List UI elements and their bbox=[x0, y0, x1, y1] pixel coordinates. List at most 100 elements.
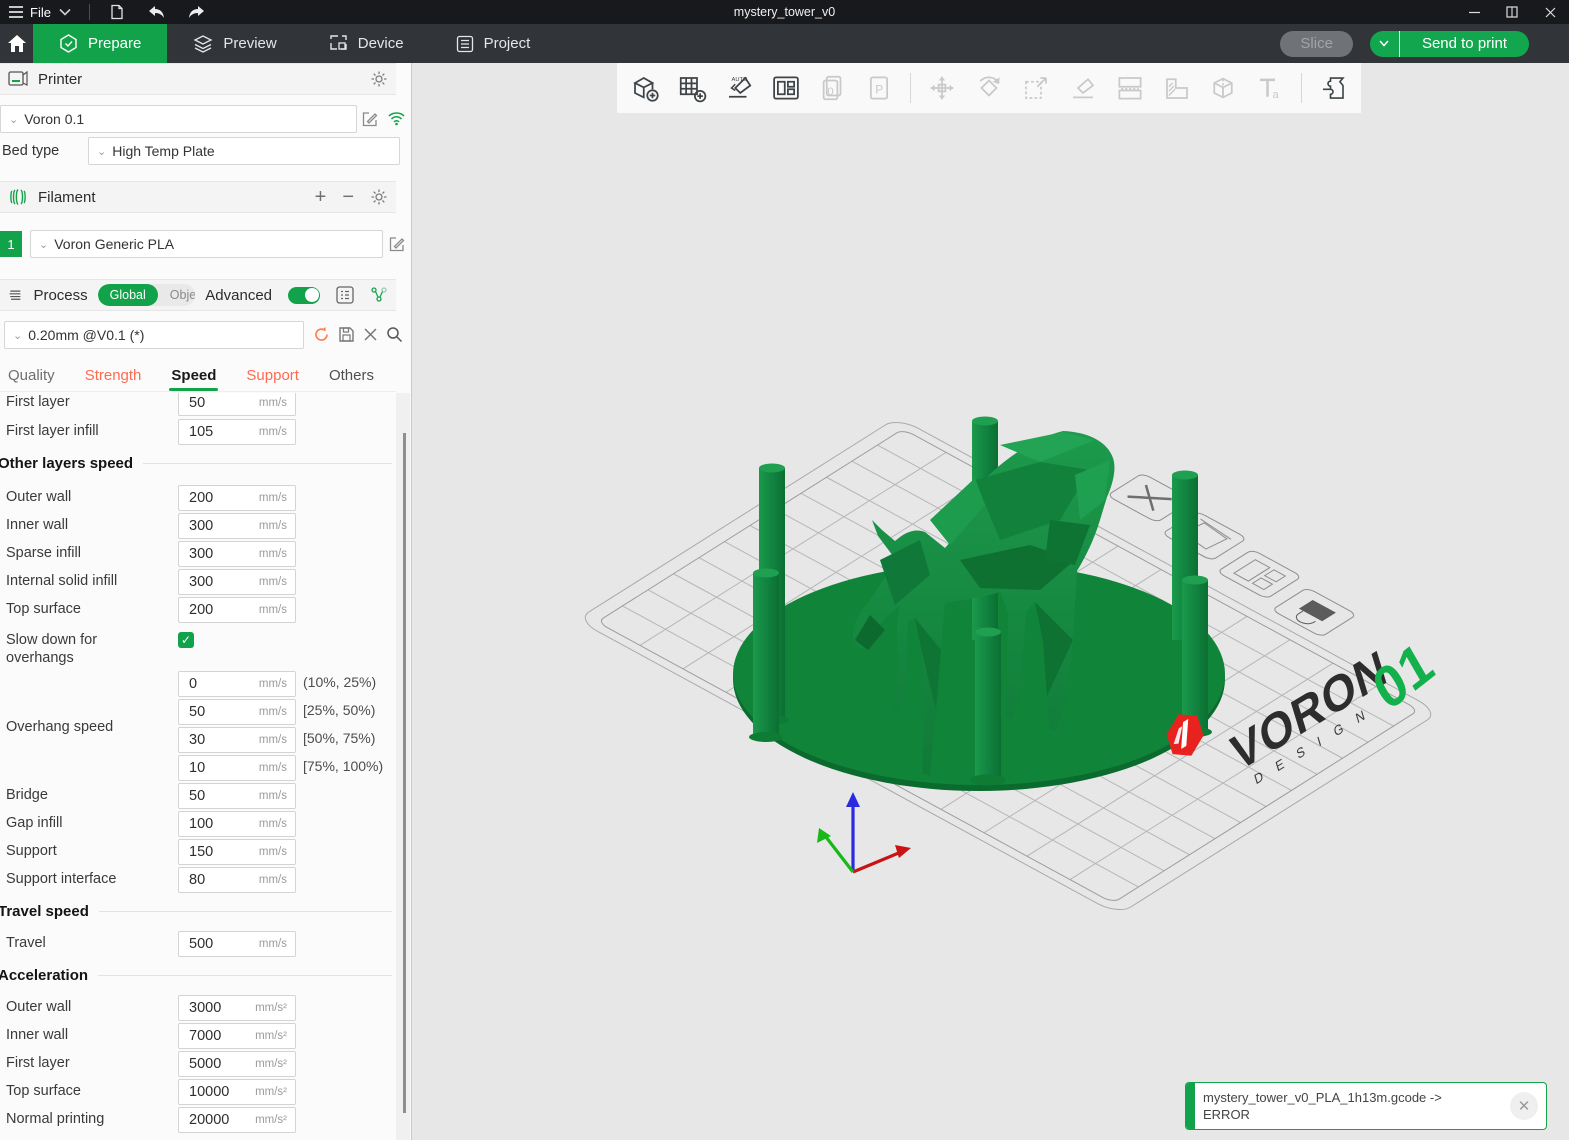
tab-support[interactable]: Support bbox=[246, 359, 299, 391]
search-icon[interactable] bbox=[386, 326, 403, 343]
unit-label: mm/s² bbox=[255, 1030, 295, 1042]
tab-strength[interactable]: Strength bbox=[85, 359, 142, 391]
section-other-layers: Other layers speed bbox=[0, 453, 392, 473]
printer-select[interactable]: ⌄ Voron 0.1 bbox=[0, 105, 357, 133]
setting-input[interactable] bbox=[179, 574, 245, 590]
tab-speed[interactable]: Speed bbox=[171, 359, 216, 391]
assembly-view-button[interactable] bbox=[1317, 72, 1349, 104]
compare-presets-icon[interactable] bbox=[370, 286, 388, 304]
setting-input[interactable] bbox=[179, 1112, 245, 1128]
send-options-chevron[interactable] bbox=[1370, 31, 1400, 57]
printer-icon bbox=[8, 70, 28, 88]
setting-input[interactable] bbox=[179, 1028, 245, 1044]
value-box: mm/s² bbox=[178, 1107, 296, 1133]
setting-input[interactable] bbox=[179, 424, 245, 440]
maximize-button[interactable] bbox=[1493, 0, 1531, 24]
sidebar-scrollbar[interactable] bbox=[396, 393, 410, 1140]
model-pillar[interactable] bbox=[749, 569, 783, 743]
new-project-button[interactable] bbox=[108, 3, 126, 21]
tab-preview[interactable]: Preview bbox=[167, 24, 302, 63]
scrollbar-thumb[interactable] bbox=[403, 433, 406, 1113]
lay-on-face-button[interactable] bbox=[1067, 72, 1099, 104]
split-button[interactable] bbox=[1114, 72, 1146, 104]
slowdown-checkbox[interactable]: ✓ bbox=[178, 632, 194, 648]
setting-input[interactable] bbox=[179, 602, 245, 618]
filament-settings-gear-icon[interactable] bbox=[370, 188, 388, 206]
unit-label: mm/s bbox=[259, 818, 295, 830]
add-text-button[interactable]: a bbox=[1254, 72, 1286, 104]
printer-settings-gear-icon[interactable] bbox=[370, 70, 388, 88]
setting-input[interactable] bbox=[179, 936, 245, 952]
add-filament-button[interactable]: + bbox=[315, 187, 327, 207]
notification-close-button[interactable]: ✕ bbox=[1510, 1092, 1538, 1120]
send-to-print-button[interactable]: Send to print bbox=[1370, 31, 1529, 57]
setting-input[interactable] bbox=[179, 760, 245, 776]
filament-select[interactable]: ⌄ Voron Generic PLA bbox=[30, 230, 383, 258]
home-button[interactable] bbox=[0, 24, 33, 63]
setting-input[interactable] bbox=[179, 844, 245, 860]
arrange-button[interactable] bbox=[770, 72, 802, 104]
clear-preset-icon[interactable] bbox=[363, 327, 378, 342]
undo-button[interactable] bbox=[148, 3, 166, 21]
bed-type-chevron: ⌄ bbox=[97, 145, 106, 158]
setting-row: Bridge mm/s bbox=[0, 783, 396, 811]
settings-list-icon[interactable] bbox=[336, 286, 354, 304]
tab-others[interactable]: Others bbox=[329, 359, 374, 391]
tab-quality[interactable]: Quality bbox=[8, 359, 55, 391]
auto-orient-button[interactable]: AUTO bbox=[723, 72, 755, 104]
tab-project[interactable]: Project bbox=[430, 24, 557, 63]
setting-input[interactable] bbox=[179, 788, 245, 804]
viewport-3d[interactable]: VORON D E S I G N 01 AUTO 0 P bbox=[412, 63, 1569, 1140]
setting-input[interactable] bbox=[179, 732, 245, 748]
mesh-boolean-button[interactable] bbox=[1207, 72, 1239, 104]
tab-prepare[interactable]: Prepare bbox=[33, 24, 167, 63]
reset-preset-icon[interactable] bbox=[313, 326, 330, 343]
model-pillar[interactable] bbox=[1178, 576, 1212, 738]
filament-edit-icon[interactable] bbox=[388, 236, 405, 253]
printer-wifi-icon[interactable] bbox=[387, 111, 406, 126]
bed-type-select[interactable]: ⌄ High Temp Plate bbox=[88, 137, 400, 165]
tab-device[interactable]: Device bbox=[303, 24, 430, 63]
setting-input[interactable] bbox=[179, 518, 245, 534]
setting-input[interactable] bbox=[179, 1084, 245, 1100]
setting-input[interactable] bbox=[179, 1000, 245, 1016]
setting-input[interactable] bbox=[179, 490, 245, 506]
setting-input[interactable] bbox=[179, 1056, 245, 1072]
setting-row-slowdown: Slow down for overhangs ✓ bbox=[0, 627, 396, 671]
setting-input[interactable] bbox=[179, 816, 245, 832]
model-pillar[interactable] bbox=[970, 628, 1006, 786]
copy-button[interactable]: 0 bbox=[817, 72, 849, 104]
variable-layer-height-button[interactable] bbox=[1161, 72, 1193, 104]
advanced-toggle[interactable] bbox=[288, 287, 320, 304]
setting-input[interactable] bbox=[179, 676, 245, 692]
save-preset-icon[interactable] bbox=[338, 326, 355, 343]
minimize-button[interactable] bbox=[1455, 0, 1493, 24]
setting-input[interactable] bbox=[179, 872, 245, 888]
redo-button[interactable] bbox=[188, 3, 206, 21]
file-menu[interactable]: File bbox=[8, 5, 51, 20]
remove-filament-button[interactable]: − bbox=[342, 187, 354, 207]
rotate-button[interactable] bbox=[973, 72, 1005, 104]
add-plate-button[interactable] bbox=[676, 72, 708, 104]
scope-objects[interactable]: Objects bbox=[158, 284, 196, 306]
printer-edit-icon[interactable] bbox=[361, 111, 378, 128]
value-box: mm/s bbox=[178, 931, 296, 957]
chevron-down-icon[interactable] bbox=[59, 8, 71, 16]
setting-input[interactable] bbox=[179, 395, 245, 411]
setting-label: Support bbox=[6, 843, 57, 859]
move-button[interactable] bbox=[926, 72, 958, 104]
speed-settings-list: First layer mm/s First layer infill mm/s… bbox=[0, 393, 396, 1140]
scale-button[interactable] bbox=[1020, 72, 1052, 104]
add-object-button[interactable] bbox=[629, 72, 661, 104]
unit-label: mm/s bbox=[259, 576, 295, 588]
sidebar: Printer ⌄ Voron 0.1 Bed type ⌄ High Temp… bbox=[0, 63, 412, 1140]
scope-global[interactable]: Global bbox=[98, 284, 158, 306]
slice-button[interactable]: Slice bbox=[1280, 31, 1353, 57]
viewport-toolbar: AUTO 0 P a bbox=[617, 63, 1361, 113]
paste-button[interactable]: P bbox=[863, 72, 895, 104]
process-scope-toggle[interactable]: Global Objects bbox=[98, 284, 196, 306]
value-box: mm/s bbox=[178, 569, 296, 595]
close-button[interactable] bbox=[1531, 0, 1569, 24]
preset-select[interactable]: ⌄ 0.20mm @V0.1 (*) bbox=[4, 321, 304, 349]
setting-input[interactable] bbox=[179, 546, 245, 562]
